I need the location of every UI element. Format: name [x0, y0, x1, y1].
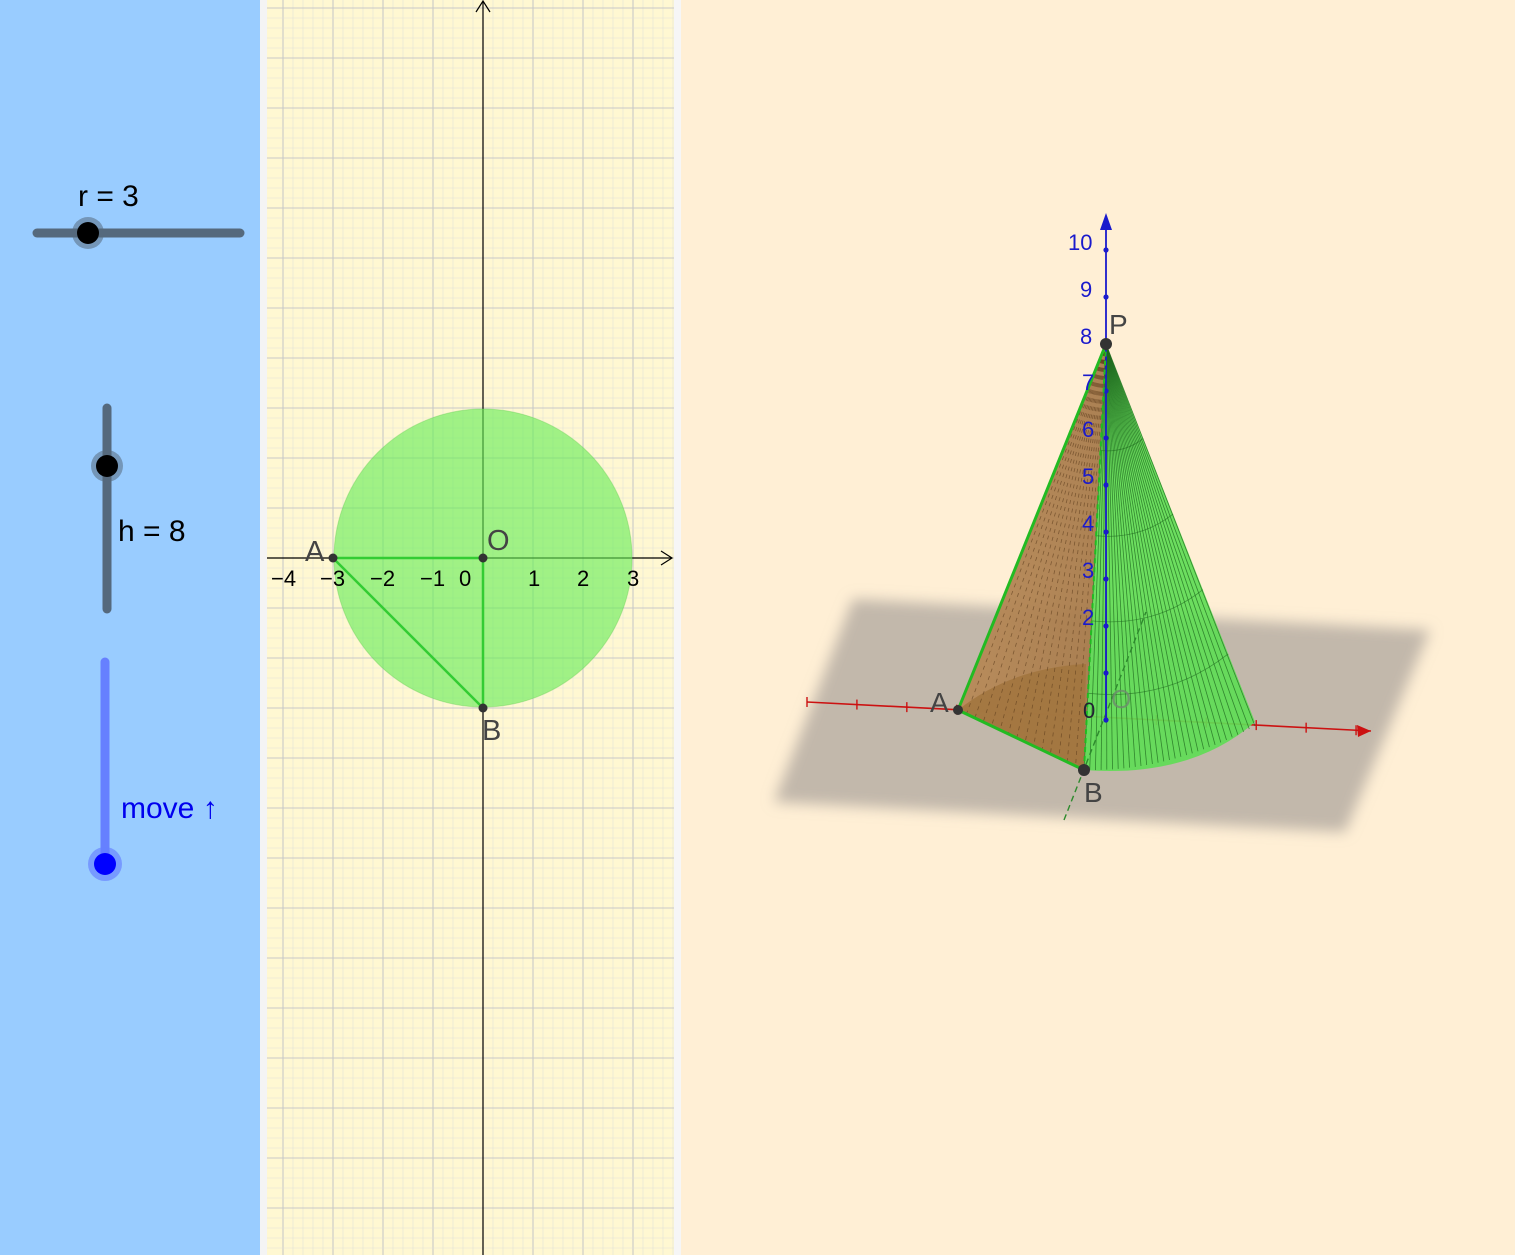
point-P-3d-label: P — [1109, 309, 1128, 340]
point-B-3d-label: B — [1084, 777, 1103, 808]
x-tick-label: 1 — [528, 566, 540, 591]
z-axis-3d-tick — [1103, 482, 1109, 488]
point-O-label: O — [487, 525, 510, 557]
slider-r-knob[interactable] — [77, 222, 99, 244]
slider-h-knob[interactable] — [96, 455, 118, 477]
origin-label: 0 — [1083, 698, 1095, 723]
z-tick-label: 8 — [1080, 324, 1092, 349]
z-axis-3d-tick — [1103, 435, 1109, 441]
slider-move-knob[interactable] — [94, 853, 116, 875]
point-B-label: B — [482, 715, 501, 747]
panel-divider[interactable] — [674, 0, 681, 1255]
x-tick-label: −2 — [370, 566, 395, 591]
point-A-3d[interactable] — [953, 705, 963, 715]
z-tick-label: 3 — [1082, 558, 1094, 583]
x-tick-label: −1 — [420, 566, 445, 591]
point-O-3d-label: O — [1111, 684, 1131, 714]
graphics-view-2d[interactable]: −4 −3 −2 −1 0 1 2 3 A O B — [267, 0, 674, 1255]
point-B-3d[interactable] — [1078, 764, 1090, 776]
z-axis-3d-tick — [1103, 294, 1109, 300]
point-B[interactable] — [478, 703, 488, 713]
graphics-view-3d[interactable]: A B P O 0 2 3 4 5 6 7 8 9 10 — [681, 0, 1515, 1255]
graphics-3d-canvas[interactable]: A B P O 0 2 3 4 5 6 7 8 9 10 — [681, 0, 1515, 1255]
algebra-sidebar: r = 3 h = 8 move ↑ — [0, 0, 260, 1255]
z-axis-3d-arrow — [1100, 213, 1112, 230]
z-tick-label: 7 — [1082, 370, 1094, 395]
z-axis-3d-tick — [1103, 576, 1109, 582]
z-tick-label: 6 — [1082, 417, 1094, 442]
z-axis-3d-tick — [1103, 247, 1109, 253]
x-tick-label: −4 — [271, 566, 296, 591]
z-tick-label: 4 — [1082, 511, 1094, 536]
sliders-canvas — [32, 217, 245, 881]
point-A[interactable] — [328, 553, 338, 563]
z-axis-3d-tick — [1103, 529, 1109, 535]
point-A-label: A — [305, 536, 325, 568]
x-tick-label: 2 — [577, 566, 589, 591]
x-tick-label: −3 — [320, 566, 345, 591]
x-tick-label: 3 — [627, 566, 639, 591]
x-tick-label: 0 — [459, 566, 471, 591]
z-tick-label: 2 — [1082, 605, 1094, 630]
panel-divider[interactable] — [260, 0, 267, 1255]
z-axis-3d-tick — [1103, 623, 1109, 629]
graphics-2d-canvas[interactable]: −4 −3 −2 −1 0 1 2 3 A O B — [267, 0, 674, 1255]
z-tick-label: 10 — [1068, 230, 1092, 255]
z-tick-label: 5 — [1082, 464, 1094, 489]
point-A-3d-label: A — [930, 687, 949, 718]
z-axis-3d-tick — [1103, 717, 1109, 723]
z-axis-3d-tick — [1103, 670, 1109, 676]
z-tick-label: 9 — [1080, 277, 1092, 302]
